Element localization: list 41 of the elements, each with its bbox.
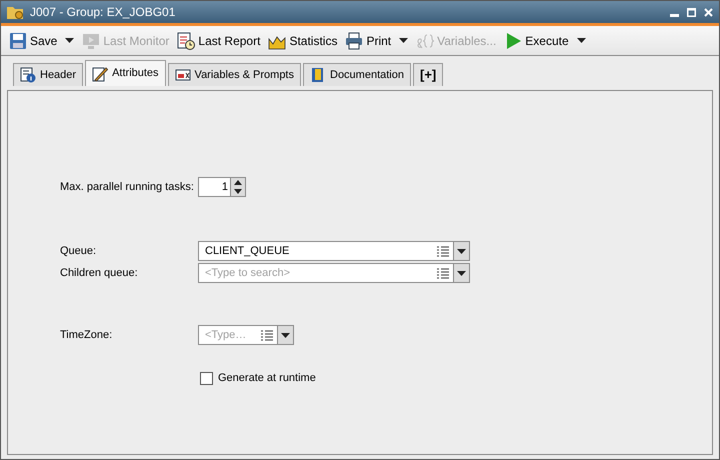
tab[interactable]: Header: [13, 63, 84, 86]
monitor-icon: [82, 32, 100, 50]
document-info-icon: [20, 67, 36, 83]
field-label: TimeZone:: [60, 328, 114, 343]
caret-icon: [281, 332, 290, 338]
list-icon: [261, 330, 273, 340]
report-clock-icon: [177, 32, 196, 50]
toolbar-button[interactable]: Save: [9, 32, 74, 50]
caret-icon: [576, 38, 586, 43]
caret-icon: [457, 270, 466, 276]
toolbar-button[interactable]: Execute: [504, 32, 586, 50]
window-title: J007 - Group: EX_JOBG01: [30, 4, 176, 21]
toolbar-button[interactable]: Print: [345, 32, 408, 50]
list-icon: [437, 268, 449, 278]
close-icon[interactable]: [704, 8, 713, 16]
list-icon: [437, 246, 449, 256]
caret-icon: [65, 38, 74, 43]
spinner-field[interactable]: 1: [198, 177, 246, 197]
toolbar-button[interactable]: Last Report: [177, 32, 260, 50]
up-arrow-icon[interactable]: [231, 178, 245, 187]
tab[interactable]: Variables & Prompts: [168, 63, 301, 86]
play-icon: [504, 32, 522, 50]
printer-icon: [345, 32, 364, 50]
tab[interactable]: Attributes: [85, 60, 166, 86]
variables-window-icon: [174, 67, 191, 83]
field-label: Max. parallel running tasks:: [60, 180, 195, 195]
tab[interactable]: Documentation: [303, 63, 411, 86]
down-arrow-icon[interactable]: [231, 187, 245, 196]
checkbox-box[interactable]: [200, 372, 213, 385]
variables-icon: [416, 32, 434, 50]
checkbox[interactable]: Generate at runtime: [200, 370, 712, 386]
caret-icon: [399, 38, 408, 43]
pencil-document-icon: [92, 66, 108, 82]
maximize-icon[interactable]: [687, 8, 696, 16]
toolbar-button[interactable]: Statistics: [268, 32, 338, 50]
book-icon: [310, 67, 326, 83]
caret-icon: [457, 248, 466, 254]
combo-box[interactable]: CLIENT_QUEUE: [198, 241, 470, 261]
field-label: Queue:: [60, 244, 98, 259]
field-label: Children queue:: [60, 266, 139, 281]
tab[interactable]: [+]: [413, 63, 444, 86]
